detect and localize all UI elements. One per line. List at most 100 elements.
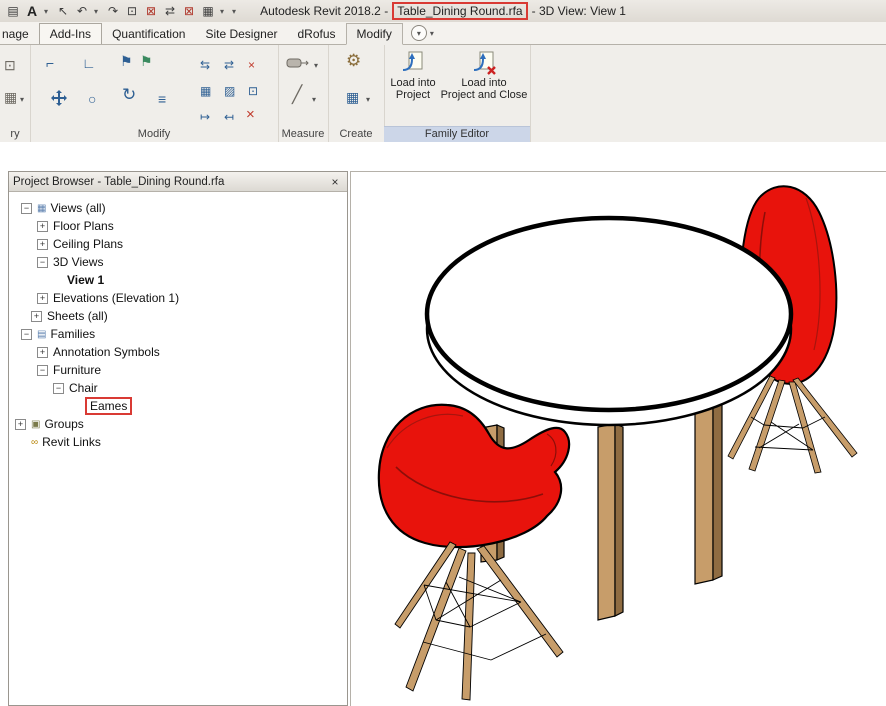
collapse-icon[interactable] [21, 203, 32, 214]
revit-logo[interactable]: A [25, 4, 39, 18]
ribbon-display-toggle[interactable]: ▾ ▾ [411, 25, 437, 41]
3d-view-canvas[interactable] [351, 172, 886, 706]
mirror-axis-icon[interactable]: ⇄ [224, 57, 234, 73]
collapse-icon[interactable] [37, 257, 48, 268]
views-icon: ▦ [37, 203, 46, 214]
modify-cursor-icon[interactable]: ↖ [56, 4, 70, 18]
align-icon[interactable]: ≡ [158, 91, 166, 107]
tree-item-chair[interactable]: Chair [9, 379, 347, 397]
tree-label: Ceiling Plans [53, 237, 123, 251]
tree-item-furniture[interactable]: Furniture [9, 361, 347, 379]
collapse-icon[interactable] [37, 365, 48, 376]
tree-item-view-1[interactable]: View 1 [9, 271, 347, 289]
project-browser-panel: Project Browser - Table_Dining Round.rfa… [8, 171, 348, 706]
ruler-icon[interactable]: ╱ [292, 87, 302, 103]
undo-icon[interactable]: ↶ [75, 4, 89, 18]
app-menu-icon[interactable]: ▤ [6, 4, 20, 18]
ribbon-cycle-caret-icon[interactable]: ▾ [430, 29, 437, 38]
cut-geometry-icon[interactable]: ∟ [82, 55, 96, 71]
tab-site-designer[interactable]: Site Designer [195, 24, 287, 44]
expand-icon[interactable] [37, 221, 48, 232]
project-browser-header[interactable]: Project Browser - Table_Dining Round.rfa… [9, 172, 347, 192]
redo-icon[interactable]: ↷ [106, 4, 120, 18]
tab-manage-partial[interactable]: nage [0, 24, 39, 44]
rotate-icon[interactable]: ↻ [122, 87, 136, 103]
cope-icon[interactable]: ⌐ [46, 55, 54, 71]
delete-icon[interactable]: × [246, 107, 255, 123]
tree-label: Furniture [53, 363, 101, 377]
extend-icon[interactable]: ↤ [224, 109, 234, 125]
expand-icon[interactable] [37, 293, 48, 304]
collapse-icon[interactable] [21, 329, 32, 340]
tree-item-views-all[interactable]: ▦ Views (all) [9, 199, 347, 217]
collapse-icon[interactable] [53, 383, 64, 394]
ribbon-tab-bar: nage Add-Ins Quantification Site Designe… [0, 22, 886, 44]
component-icon[interactable]: ▦ [346, 89, 359, 105]
drawing-area[interactable] [350, 171, 886, 706]
table-top [427, 218, 791, 425]
qat-customize-icon[interactable]: ▾ [232, 7, 239, 16]
measure-tape-icon[interactable] [286, 57, 310, 69]
scale-icon[interactable]: ▨ [224, 83, 235, 99]
load-project-label-line2: Project [388, 89, 438, 101]
create-caret-icon[interactable]: ▾ [366, 95, 370, 104]
project-browser-close-icon[interactable]: × [327, 175, 343, 189]
ruler-caret-icon[interactable]: ▾ [312, 95, 316, 104]
tree-item-ceiling-plans[interactable]: Ceiling Plans [9, 235, 347, 253]
app-caret-icon[interactable]: ▾ [44, 7, 51, 16]
windows-caret-icon[interactable]: ▾ [220, 7, 227, 16]
sheets-close-icon[interactable]: ⊠ [182, 4, 196, 18]
mirror-icon[interactable]: ⇆ [200, 57, 210, 73]
tree-item-eames[interactable]: Eames [9, 397, 347, 415]
tree-label: Annotation Symbols [53, 345, 160, 359]
load-close-label-line2: Project and Close [440, 89, 528, 101]
panel-label-modify: Modify [30, 127, 278, 142]
trim-icon[interactable]: ↦ [200, 109, 210, 125]
tree-item-sheets-all[interactable]: Sheets (all) [9, 307, 347, 325]
load-into-project-button[interactable]: Load into Project [388, 48, 438, 125]
tree-item-families[interactable]: ▤ Families [9, 325, 347, 343]
geometry-icon-1[interactable]: ⊡ [4, 57, 16, 73]
tree-item-annotation-symbols[interactable]: Annotation Symbols [9, 343, 347, 361]
offset-icon[interactable]: ○ [88, 91, 96, 107]
transfer-icon[interactable]: ⇄ [163, 4, 177, 18]
ribbon: ⊡ ▦ ▾ ry ⌐ ∟ ⚑ ⚑ ○ ↻ ≡ ⇆ ⇄ × ▦ ▨ ⊡ ↦ ↤ ×… [0, 44, 886, 143]
tree-item-revit-links[interactable]: ∞ Revit Links [9, 433, 347, 451]
filename-text: Table_Dining Round.rfa [397, 4, 522, 18]
tree-item-groups[interactable]: ▣ Groups [9, 415, 347, 433]
close-inactive-icon[interactable]: ⊠ [144, 4, 158, 18]
geometry-caret-icon[interactable]: ▾ [20, 95, 24, 104]
delete-small-icon[interactable]: × [248, 57, 255, 73]
open-doc-icon[interactable]: ⊡ [125, 4, 139, 18]
expand-icon[interactable] [31, 311, 42, 322]
tab-modify[interactable]: Modify [346, 23, 403, 45]
tab-quantification[interactable]: Quantification [102, 24, 195, 44]
ribbon-cycle-icon[interactable]: ▾ [411, 25, 427, 41]
load-close-label-line1: Load into [440, 77, 528, 89]
expand-icon[interactable] [37, 347, 48, 358]
panel-left-cut: ⊡ ▦ ▾ ry [0, 45, 31, 142]
array-icon[interactable]: ▦ [200, 83, 211, 99]
tree-label: Revit Links [42, 435, 101, 449]
chair-front-left [379, 405, 569, 700]
family-types-icon[interactable]: ⚙ [346, 53, 361, 69]
title-bar: Autodesk Revit 2018.2 - Table_Dining Rou… [0, 0, 886, 23]
geometry-icon-2[interactable]: ▦ [4, 89, 17, 105]
expand-icon[interactable] [15, 419, 26, 430]
paint-alt-icon[interactable]: ⚑ [140, 53, 153, 69]
move-icon[interactable] [50, 89, 68, 107]
expand-icon[interactable] [37, 239, 48, 250]
pin-icon[interactable]: ⊡ [248, 83, 258, 99]
paint-icon[interactable]: ⚑ [120, 53, 133, 69]
tab-drofus[interactable]: dRofus [288, 24, 346, 44]
tree-item-3d-views[interactable]: 3D Views [9, 253, 347, 271]
tree-label: Views (all) [50, 201, 105, 215]
tab-add-ins[interactable]: Add-Ins [39, 23, 102, 44]
measure-caret-icon[interactable]: ▾ [314, 61, 318, 70]
project-browser-tree: ▦ Views (all) Floor Plans Ceiling Plans … [9, 192, 347, 705]
tree-item-elevations[interactable]: Elevations (Elevation 1) [9, 289, 347, 307]
undo-caret-icon[interactable]: ▾ [94, 7, 101, 16]
switch-windows-icon[interactable]: ▦ [201, 4, 215, 18]
tree-item-floor-plans[interactable]: Floor Plans [9, 217, 347, 235]
load-into-project-and-close-button[interactable]: Load into Project and Close [440, 48, 528, 125]
